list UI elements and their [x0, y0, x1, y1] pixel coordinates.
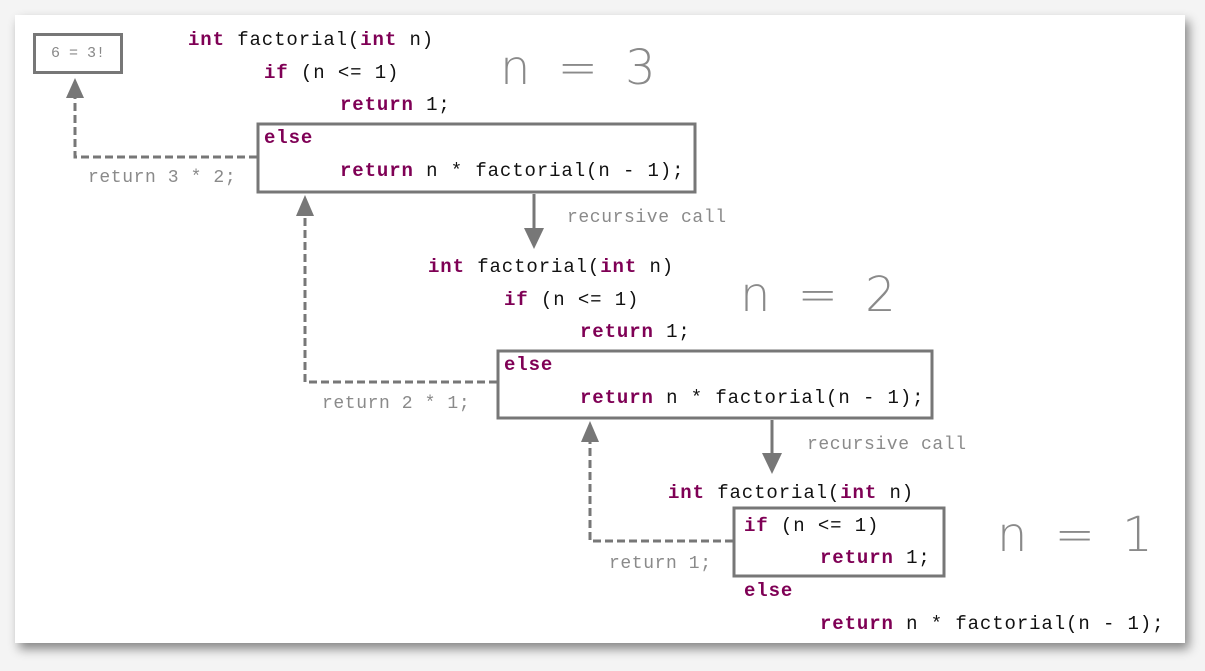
keyword: if	[744, 515, 769, 537]
code-text: factorial(	[704, 482, 841, 504]
keyword: int	[668, 482, 705, 504]
frame-3-return-base: return 1;	[820, 547, 931, 569]
keyword: int	[360, 29, 398, 51]
result-box: 6 = 3!	[33, 33, 123, 74]
frame-1-signature: int factorial(int n)	[188, 29, 434, 51]
code-text: (n <= 1)	[288, 62, 400, 84]
keyword: else	[744, 580, 794, 602]
frame-1-return-base: return 1;	[340, 94, 451, 116]
return-arrowhead-1	[66, 78, 84, 98]
keyword: int	[840, 482, 878, 504]
code-text: n)	[397, 29, 435, 51]
code-text: 1;	[413, 94, 451, 116]
keyword: int	[428, 256, 465, 278]
frame-2-signature: int factorial(int n)	[428, 256, 674, 278]
keyword: if	[264, 62, 289, 84]
return-arrowhead-2	[296, 195, 314, 216]
frame-1-n-label: n = 3	[500, 40, 662, 96]
recursive-call-label: recursive call	[567, 208, 727, 228]
keyword: return	[820, 613, 894, 635]
frame-1-if-line: if (n <= 1)	[264, 62, 399, 84]
call-arrowhead-1	[524, 228, 544, 249]
code-text: (n <= 1)	[528, 289, 640, 311]
frame-3-return-recursive: return n * factorial(n - 1);	[820, 613, 1164, 635]
keyword: int	[188, 29, 225, 51]
keyword: int	[600, 256, 638, 278]
frame-2-return-base: return 1;	[580, 321, 691, 343]
code-text: 1;	[653, 321, 691, 343]
keyword: else	[504, 354, 554, 376]
frame-2-return-recursive: return n * factorial(n - 1);	[580, 387, 924, 409]
keyword: else	[264, 127, 314, 149]
frame-3-else-line: else	[744, 580, 793, 602]
keyword: return	[580, 321, 654, 343]
frame-1-return-note: return 3 * 2;	[88, 168, 237, 188]
call-arrowhead-2	[762, 453, 782, 474]
code-text: n * factorial(n - 1);	[893, 613, 1165, 635]
keyword: return	[580, 387, 654, 409]
frame-3-signature: int factorial(int n)	[668, 482, 914, 504]
keyword: return	[340, 160, 414, 182]
code-text: (n <= 1)	[768, 515, 880, 537]
return-arrow-1	[73, 96, 257, 159]
frame-3-return-note: return 1;	[609, 554, 712, 574]
frame-2-else-line: else	[504, 354, 553, 376]
frame-2-return-note: return 2 * 1;	[322, 394, 471, 414]
frame-2-if-line: if (n <= 1)	[504, 289, 639, 311]
frame-1-else-line: else	[264, 127, 313, 149]
code-text: 1;	[893, 547, 931, 569]
code-text: n)	[877, 482, 915, 504]
frame-3-n-label: n = 1	[997, 507, 1159, 563]
frame-1-return-recursive: return n * factorial(n - 1);	[340, 160, 684, 182]
return-arrow-2	[303, 214, 497, 384]
frame-2-n-label: n = 2	[740, 267, 902, 323]
code-text: factorial(	[464, 256, 601, 278]
keyword: return	[340, 94, 414, 116]
keyword: return	[820, 547, 894, 569]
recursive-call-label: recursive call	[807, 435, 967, 455]
code-text: n * factorial(n - 1);	[413, 160, 685, 182]
return-arrowhead-3	[581, 421, 599, 442]
code-text: n * factorial(n - 1);	[653, 387, 925, 409]
code-text: factorial(	[224, 29, 361, 51]
frame-3-if-line: if (n <= 1)	[744, 515, 879, 537]
keyword: if	[504, 289, 529, 311]
code-text: n)	[637, 256, 675, 278]
